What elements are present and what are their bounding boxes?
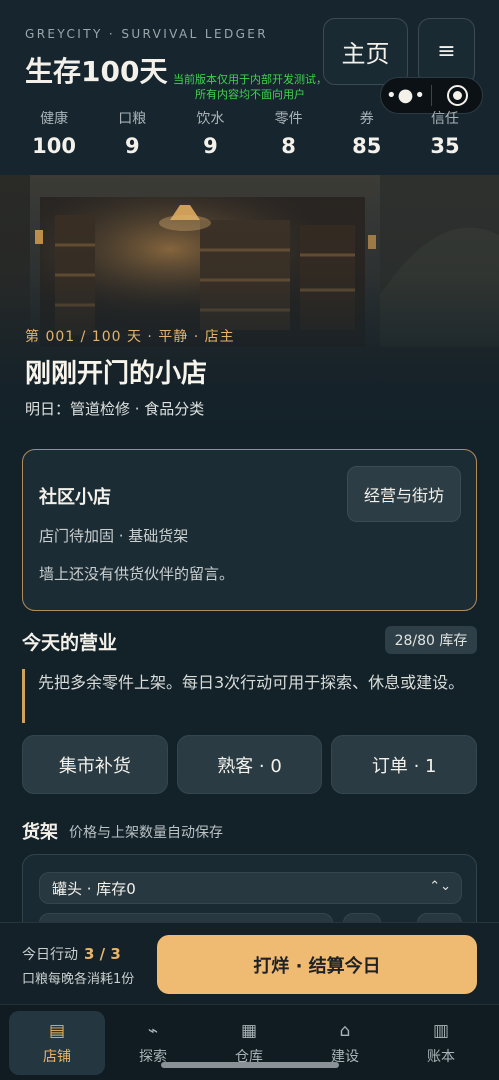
app-title: 生存100天 <box>25 55 168 88</box>
more-options-icon[interactable]: •●• <box>381 85 431 106</box>
shelf-title: 货架 <box>22 822 58 843</box>
market-restock-button[interactable]: 集市补货 <box>22 735 168 794</box>
hamburger-menu-icon: ≡ <box>437 39 456 64</box>
stat-label: 券 <box>359 111 374 127</box>
shop-card: 社区小店 店门待加固 · 基础货架 墙上还没有供货伙伴的留言。 经营与街坊 <box>22 449 477 611</box>
stat-value: 85 <box>352 134 382 158</box>
resource-stats: 健康 100 口粮 9 饮水 9 零件 8 券 85 信任 35 <box>15 108 484 158</box>
stat-label: 信任 <box>430 111 459 127</box>
action-footer: 今日行动 3 / 3 口粮每晚各消耗1份 打烊 · 结算今日 <box>0 922 499 1004</box>
target-icon <box>446 85 468 106</box>
stat-label: 零件 <box>274 111 303 127</box>
close-miniapp-button[interactable] <box>432 85 482 106</box>
business-section-title: 今天的营业 <box>22 632 118 654</box>
dev-notice-line-1: 当前版本仅用于内部开发测试， <box>173 73 327 86</box>
bottom-tab-bar: ▤ 店铺 ⌁ 探索 ▦ 仓库 ⌂ 建设 ▥ 账本 <box>0 1004 499 1080</box>
ledger-icon: ▥ <box>432 1021 450 1041</box>
stat-health: 健康 100 <box>15 108 93 158</box>
stock-badge: 28/80 库存 <box>385 626 477 654</box>
stat-trust: 信任 35 <box>406 108 484 158</box>
stat-parts: 零件 8 <box>250 108 328 158</box>
home-indicator[interactable] <box>161 1062 339 1068</box>
day-meta: 第 001 / 100 天 · 平静 · 店主 <box>25 329 235 345</box>
stat-coupons: 券 85 <box>328 108 406 158</box>
business-tip: 先把多余零件上架。每日3次行动可用于探索、休息或建设。 <box>22 669 477 723</box>
ration-note: 口粮每晚各消耗1份 <box>22 972 135 987</box>
stat-value: 9 <box>203 134 218 158</box>
daily-actions: 今日行动 3 / 3 <box>22 944 121 964</box>
business-neighbors-button[interactable]: 经营与街坊 <box>347 466 461 522</box>
stat-label: 口粮 <box>118 111 147 127</box>
stat-value: 8 <box>281 134 296 158</box>
brand-subtitle: GREYCITY · SURVIVAL LEDGER <box>25 27 269 41</box>
dev-notice-line-2: 所有内容均不面向用户 <box>195 88 305 101</box>
selected-item: 罐头 · 库存0 <box>52 879 136 898</box>
daily-actions-label: 今日行动 <box>22 947 78 963</box>
shop-status: 店门待加固 · 基础货架 <box>39 527 189 545</box>
business-actions: 集市补货 熟客 · 0 订单 · 1 <box>22 735 478 794</box>
stat-value: 35 <box>430 134 460 158</box>
shop-message: 墙上还没有供货伙伴的留言。 <box>39 565 235 583</box>
regulars-button[interactable]: 熟客 · 0 <box>176 735 323 794</box>
menu-button[interactable]: ≡ <box>418 18 475 85</box>
explore-icon: ⌁ <box>147 1021 159 1041</box>
stat-label: 健康 <box>40 111 69 127</box>
tab-shop[interactable]: ▤ 店铺 <box>9 1011 105 1075</box>
hero-banner: 第 001 / 100 天 · 平静 · 店主 刚刚开门的小店 明日：管道检修 … <box>0 175 499 430</box>
select-caret-icon: ⌃⌄ <box>429 879 451 894</box>
warehouse-icon: ▦ <box>240 1021 258 1041</box>
stat-value: 9 <box>124 134 140 158</box>
orders-button[interactable]: 订单 · 1 <box>331 735 478 794</box>
stat-rations: 口粮 9 <box>93 108 171 158</box>
build-icon: ⌂ <box>339 1021 351 1041</box>
scene-title: 刚刚开门的小店 <box>25 359 208 389</box>
app-header: GREYCITY · SURVIVAL LEDGER 生存100天 主页 ≡ 当… <box>0 0 499 175</box>
close-and-settle-button[interactable]: 打烊 · 结算今日 <box>157 935 477 994</box>
shelf-item-select[interactable]: 罐头 · 库存0 ⌃⌄ <box>39 872 462 904</box>
stat-water: 饮水 9 <box>171 108 249 158</box>
shop-name: 社区小店 <box>39 487 111 508</box>
hero-gradient-overlay <box>0 175 499 430</box>
tab-label: 账本 <box>427 1049 455 1065</box>
shop-icon: ▤ <box>48 1021 66 1041</box>
shelf-subtitle: 价格与上架数量自动保存 <box>69 825 223 841</box>
stat-value: 100 <box>32 134 76 158</box>
dev-test-notice: 当前版本仅用于内部开发测试， 所有内容均不面向用户 <box>160 72 340 102</box>
tab-ledger[interactable]: ▥ 账本 <box>393 1011 489 1075</box>
tab-label: 店铺 <box>43 1049 71 1065</box>
stat-label: 饮水 <box>196 111 225 127</box>
daily-actions-value: 3 / 3 <box>84 945 121 963</box>
tomorrow-events: 明日：管道检修 · 食品分类 <box>25 400 205 418</box>
